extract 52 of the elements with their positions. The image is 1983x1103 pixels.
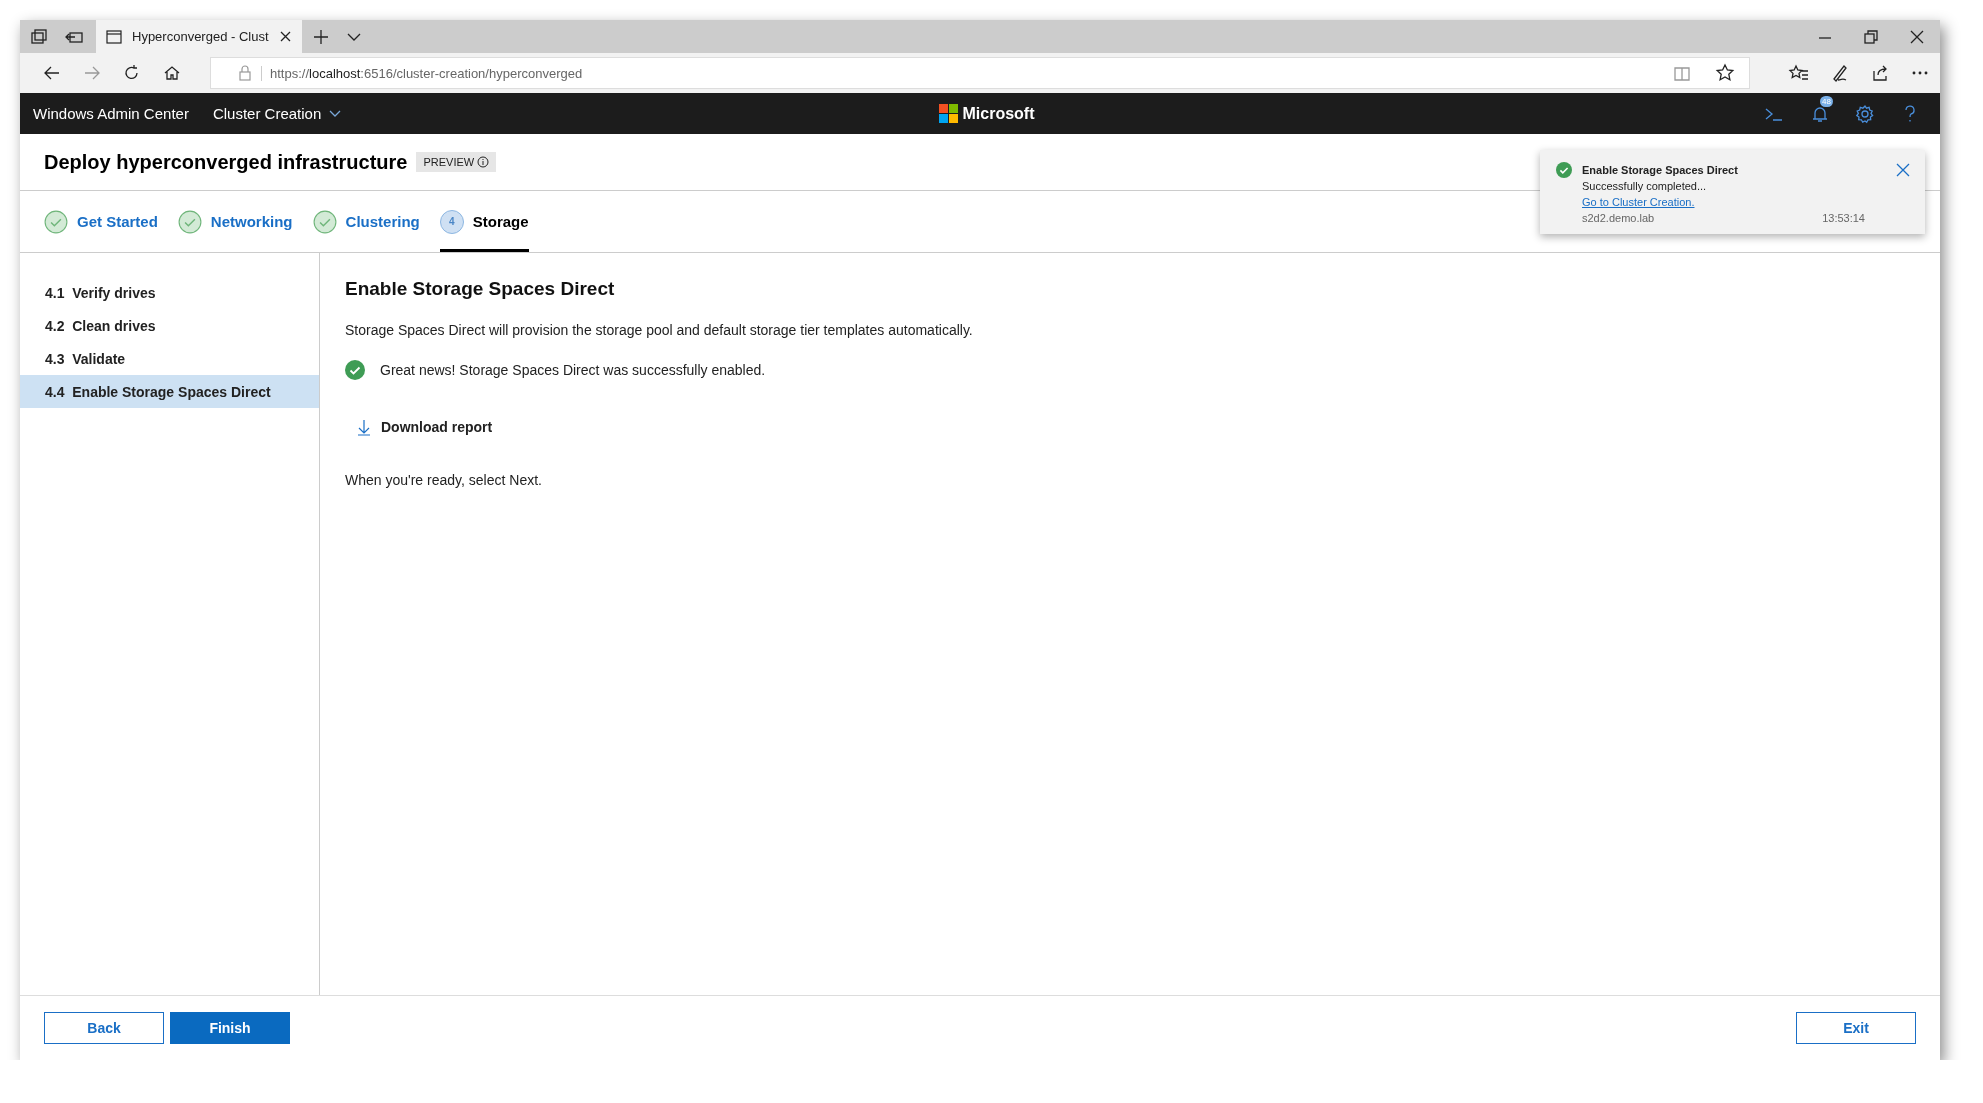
step-tab[interactable]: 4 Storage <box>439 191 529 252</box>
description-text: Storage Spaces Direct will provision the storage pool and default storage tier templates automatically. <box>345 322 973 338</box>
close-icon[interactable] <box>278 30 292 43</box>
check-circle-icon <box>177 209 202 234</box>
success-message: Great news! Storage Spaces Direct was successfully enabled. <box>380 362 766 378</box>
tab-title: Hyperconverged - Clust <box>132 29 269 44</box>
share-icon[interactable] <box>1870 63 1890 83</box>
address-field[interactable]: https://localhost:6516/cluster-creation/hyperconverged <box>210 57 1750 89</box>
info-icon <box>477 156 490 168</box>
notification-title: Enable Storage Spaces Direct <box>1582 163 1739 178</box>
page-title: Deploy hyperconverged infrastructure <box>44 150 408 174</box>
logo-icon <box>938 104 958 123</box>
section-heading: Enable Storage Spaces Direct <box>345 278 615 300</box>
step-tab[interactable]: Clustering <box>312 191 420 252</box>
url-text: https://localhost:6516/cluster-creation/hyperconverged <box>261 65 583 81</box>
notification-message: Successfully completed... <box>1582 179 1708 194</box>
step-tab[interactable]: Get Started <box>44 191 158 252</box>
tabs-aside-icon[interactable] <box>28 26 48 47</box>
brand-name: Microsoft <box>962 104 1035 123</box>
reading-view-icon[interactable] <box>1673 64 1691 82</box>
step-tab[interactable]: Networking <box>177 191 293 252</box>
restore-icon[interactable] <box>1862 27 1880 46</box>
check-circle-icon <box>44 209 68 234</box>
settings-icon[interactable] <box>1855 103 1875 124</box>
substep-item[interactable]: 4.1 Verify drives <box>20 276 319 309</box>
chevron-down-icon <box>329 109 342 118</box>
success-icon <box>1556 162 1572 178</box>
browser-tab[interactable]: Hyperconverged - Clust <box>96 20 302 53</box>
favorites-icon[interactable] <box>1788 63 1810 83</box>
page-icon <box>106 29 122 44</box>
notification-count: 48 <box>1820 95 1833 107</box>
context-dropdown[interactable]: Cluster Creation <box>212 105 342 122</box>
star-icon[interactable] <box>1715 63 1735 83</box>
check-circle-icon <box>312 209 337 234</box>
substep-item[interactable]: 4.3 Validate <box>20 342 319 375</box>
success-icon <box>345 360 365 380</box>
new-tab-icon[interactable] <box>311 27 330 46</box>
preview-badge[interactable]: PREVIEW <box>416 152 497 172</box>
notification-time: 13:53:14 <box>1822 211 1865 226</box>
substep-item[interactable]: 4.4 Enable Storage Spaces Direct <box>20 375 319 408</box>
lock-icon <box>237 64 253 82</box>
secondary-button[interactable]: Back <box>44 1012 164 1044</box>
notification-link[interactable]: Go to Cluster Creation. <box>1582 196 1695 208</box>
notification-source: s2d2.demo.lab <box>1582 211 1655 226</box>
secondary-button[interactable]: Exit <box>1796 1012 1916 1044</box>
app-name[interactable]: Windows Admin Center <box>33 105 189 122</box>
hint-text: When you're ready, select Next. <box>345 472 542 488</box>
primary-button[interactable]: Finish <box>170 1012 290 1044</box>
download-report-button[interactable]: Download report <box>345 410 505 444</box>
substep-item[interactable]: 4.2 Clean drives <box>20 309 319 342</box>
step-number: 4 <box>439 209 464 234</box>
download-icon <box>357 418 371 436</box>
